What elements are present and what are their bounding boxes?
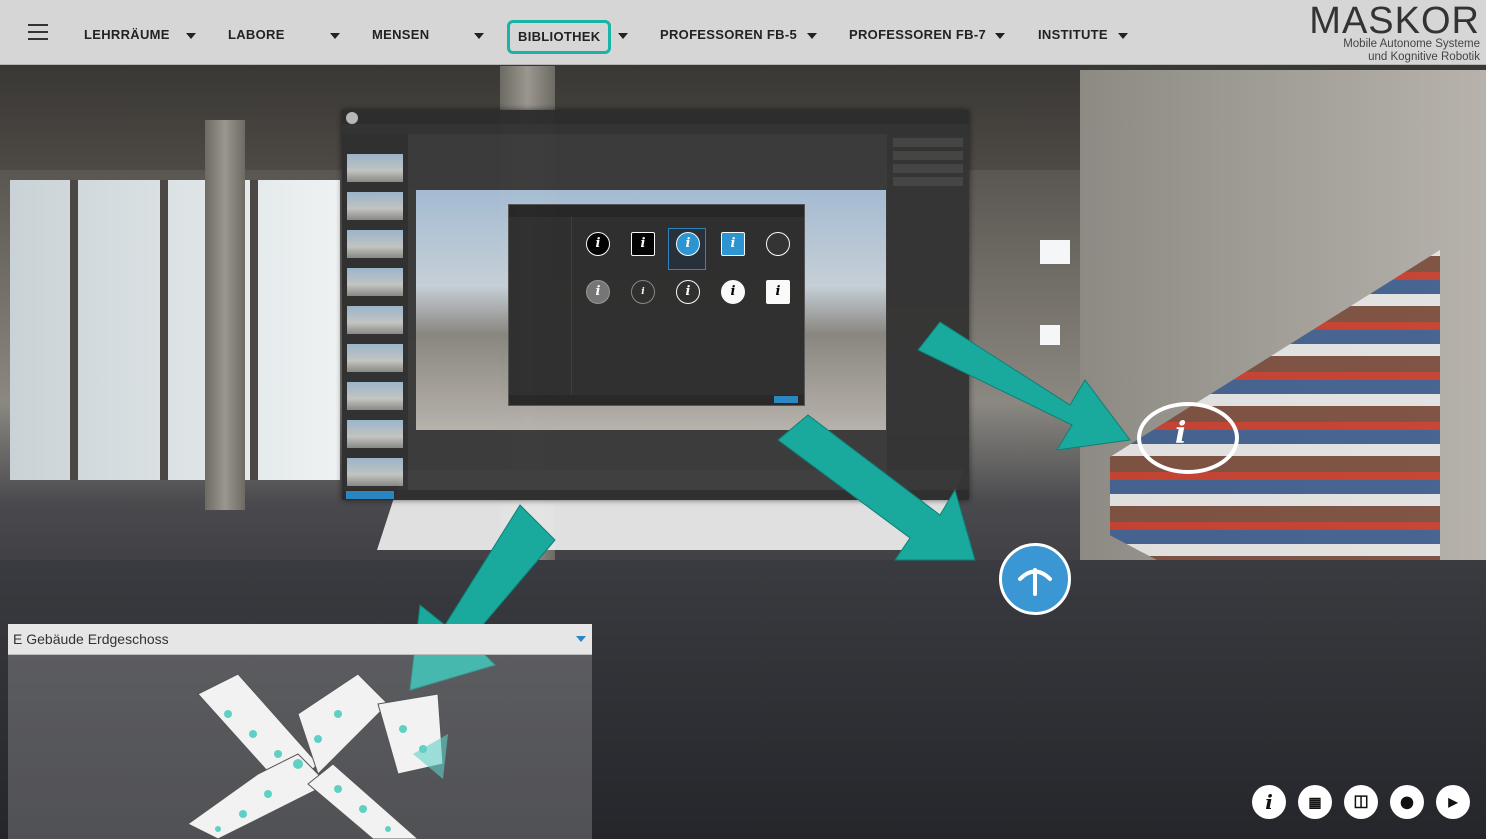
info-hotspot[interactable]: i bbox=[1137, 402, 1239, 474]
thumbnails-icon[interactable]: ▦ bbox=[1298, 785, 1332, 819]
arrow-to-nav-hotspot bbox=[777, 414, 976, 561]
info-icon[interactable]: i bbox=[1252, 785, 1286, 819]
arrow-to-info-hotspot bbox=[917, 321, 1131, 451]
play-video-icon[interactable]: ▶ bbox=[1436, 785, 1470, 819]
map-pin-icon[interactable]: ⬤ bbox=[1390, 785, 1424, 819]
floor-map-panel: E Gebäude Erdgeschoss bbox=[8, 624, 592, 839]
arrow-up-icon bbox=[1018, 568, 1052, 596]
floor-plan[interactable] bbox=[158, 654, 458, 839]
floor-selector[interactable]: E Gebäude Erdgeschoss bbox=[8, 624, 592, 655]
info-icon: i bbox=[1175, 416, 1187, 451]
chevron-down-icon bbox=[576, 636, 586, 642]
floorplan-icon[interactable]: ◫ bbox=[1344, 785, 1378, 819]
navigation-hotspot[interactable] bbox=[999, 543, 1071, 615]
floor-selector-value: E Gebäude Erdgeschoss bbox=[13, 631, 169, 647]
